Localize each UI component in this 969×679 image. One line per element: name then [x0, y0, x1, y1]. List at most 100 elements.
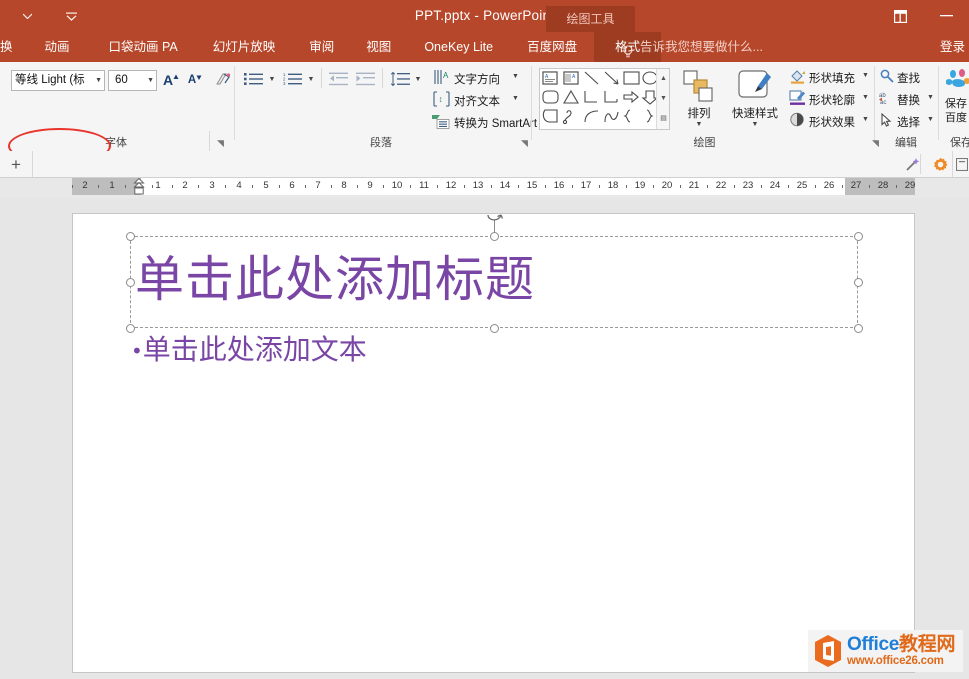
align-text-caret-icon[interactable]: ▼ — [512, 95, 519, 102]
bullets-caret-icon[interactable]: ▼ — [267, 73, 277, 85]
font-name-caret-icon[interactable]: ▼ — [95, 71, 102, 90]
tab-baidu-netdisk[interactable]: 百度网盘 — [510, 32, 594, 62]
quick-styles-caret-icon[interactable]: ▼ — [727, 121, 783, 128]
selection-handle[interactable] — [490, 232, 499, 241]
font-dialog-launcher[interactable]: ◥ — [215, 138, 226, 149]
selection-handle[interactable] — [126, 232, 135, 241]
settings-button[interactable] — [928, 151, 953, 177]
shapes-gallery-scrollbar[interactable]: ▲ ▼ ▤ — [656, 69, 669, 129]
add-slide-button[interactable]: + — [0, 151, 33, 177]
arrange-icon — [683, 70, 713, 102]
arrange-caret-icon[interactable]: ▼ — [676, 121, 722, 128]
shapes-gallery[interactable]: A A ▲ ▼ ▤ — [539, 68, 670, 130]
line-spacing-caret-icon[interactable]: ▼ — [413, 73, 423, 85]
align-text-label[interactable]: 对齐文本 — [454, 93, 500, 109]
selection-handle[interactable] — [854, 324, 863, 333]
clear-formatting-button[interactable] — [212, 69, 234, 90]
restore-window-icon[interactable] — [877, 0, 923, 32]
font-name-value: 等线 Light (标 — [15, 74, 85, 86]
tab-review[interactable]: 审阅 — [293, 32, 350, 62]
tell-me-box[interactable]: 告诉我您想要做什么... — [622, 32, 763, 62]
shape-outline-caret-icon[interactable]: ▼ — [862, 94, 869, 101]
shape-outline-icon[interactable] — [787, 89, 807, 107]
baidu-cloud-icon[interactable] — [945, 67, 969, 93]
gear-icon — [933, 157, 947, 171]
ruler-tick-label: 23 — [742, 180, 754, 191]
horizontal-ruler[interactable]: 2 1 1 2 3 4 5 6 7 8 9 10 11 12 13 14 15 … — [0, 177, 969, 208]
convert-to-smartart-label[interactable]: 转换为 SmartArt — [454, 115, 537, 131]
font-name-box[interactable]: 等线 Light (标 ▼ — [11, 70, 105, 91]
svg-text:↕: ↕ — [439, 94, 443, 104]
find-icon[interactable] — [878, 67, 895, 84]
paragraph-dialog-launcher[interactable]: ◥ — [519, 138, 530, 149]
ruler-tick-label: 22 — [715, 180, 727, 191]
font-size-caret-icon[interactable]: ▼ — [147, 71, 154, 90]
tab-pocket-animation[interactable]: 口袋动画 PA — [92, 32, 195, 62]
rotation-handle[interactable] — [485, 211, 505, 225]
shape-fill-caret-icon[interactable]: ▼ — [862, 72, 869, 79]
replace-icon[interactable]: ab ac — [878, 89, 895, 106]
ruler-tick-label: 8 — [341, 180, 347, 191]
font-size-box[interactable]: 60 ▼ — [108, 70, 157, 91]
shapes-scroll-up-icon[interactable]: ▲ — [657, 69, 670, 89]
shapes-more-icon[interactable]: ▤ — [657, 109, 670, 129]
increase-font-size-button[interactable]: A — [160, 69, 182, 90]
text-direction-label[interactable]: 文字方向 — [454, 71, 500, 87]
quick-styles-button[interactable]: 快速样式 ▼ — [727, 69, 783, 128]
convert-to-smartart-icon[interactable] — [430, 112, 452, 130]
tab-onekey-lite[interactable]: OneKey Lite — [407, 32, 510, 62]
minimize-window-icon[interactable] — [923, 0, 969, 32]
shape-fill-icon[interactable] — [787, 67, 807, 85]
watermark-title: Office教程网 — [847, 635, 955, 655]
ruler-tick-label: 7 — [315, 180, 321, 191]
shape-outline-label[interactable]: 形状轮廓 — [809, 92, 855, 108]
selection-handle[interactable] — [126, 324, 135, 333]
increase-indent-button[interactable] — [353, 69, 377, 89]
tab-transitions[interactable]: 换 — [0, 32, 23, 62]
tab-view[interactable]: 视图 — [350, 32, 407, 62]
ribbon: 等线 Light (标 ▼ 60 ▼ A A 字体 ◥ ▼ 1 2 3 ▼ ▼ … — [0, 62, 969, 182]
shape-effects-icon[interactable] — [787, 111, 807, 129]
numbering-caret-icon[interactable]: ▼ — [306, 73, 316, 85]
text-direction-icon[interactable]: A — [432, 68, 452, 86]
select-caret-icon[interactable]: ▼ — [927, 116, 934, 123]
decrease-font-size-button[interactable]: A — [184, 69, 206, 90]
decrease-indent-button[interactable] — [326, 69, 350, 89]
selection-handle[interactable] — [490, 324, 499, 333]
replace-caret-icon[interactable]: ▼ — [927, 94, 934, 101]
watermark: Office教程网 www.office26.com — [808, 630, 963, 672]
editing-group: 查找 ab ac 替换 ▼ 选择 ▼ 编辑 — [876, 62, 936, 151]
replace-label[interactable]: 替换 — [897, 92, 920, 108]
select-label[interactable]: 选择 — [897, 114, 920, 130]
shape-effects-label[interactable]: 形状效果 — [809, 114, 855, 130]
shape-fill-label[interactable]: 形状填充 — [809, 70, 855, 86]
title-placeholder-text: 单击此处添加标题 — [135, 251, 536, 308]
slide[interactable]: 单击此处添加标题 •单击此处添加文本 — [72, 213, 915, 673]
svg-text:3: 3 — [283, 81, 286, 86]
selection-handle[interactable] — [126, 278, 135, 287]
ruler-tick-label: 18 — [607, 180, 619, 191]
text-direction-caret-icon[interactable]: ▼ — [512, 73, 519, 80]
shapes-scroll-down-icon[interactable]: ▼ — [657, 89, 670, 109]
title-placeholder[interactable]: 单击此处添加标题 — [130, 236, 858, 328]
ruler-tick-label: 16 — [553, 180, 565, 191]
bullets-button[interactable] — [242, 69, 266, 89]
line-spacing-button[interactable] — [388, 69, 412, 89]
font-size-value: 60 — [115, 74, 128, 86]
tab-animations[interactable]: 动画 — [23, 32, 92, 62]
sign-in-link[interactable]: 登录 — [940, 32, 969, 62]
app-shortcut-button[interactable] — [955, 151, 969, 177]
ruler-tick-label: 15 — [526, 180, 538, 191]
shape-effects-caret-icon[interactable]: ▼ — [862, 116, 869, 123]
arrange-button[interactable]: 排列 ▼ — [676, 69, 722, 128]
select-icon[interactable] — [878, 111, 895, 128]
numbering-button[interactable]: 1 2 3 — [281, 69, 305, 89]
align-text-icon[interactable]: ↕ — [432, 90, 452, 108]
body-placeholder-line[interactable]: •单击此处添加文本 — [131, 336, 367, 364]
selection-handle[interactable] — [854, 278, 863, 287]
tab-slideshow[interactable]: 幻灯片放映 — [195, 32, 294, 62]
ruler-tick-label: 4 — [236, 180, 242, 191]
find-label[interactable]: 查找 — [897, 70, 920, 86]
selection-handle[interactable] — [854, 232, 863, 241]
magic-wand-button[interactable] — [900, 151, 924, 177]
